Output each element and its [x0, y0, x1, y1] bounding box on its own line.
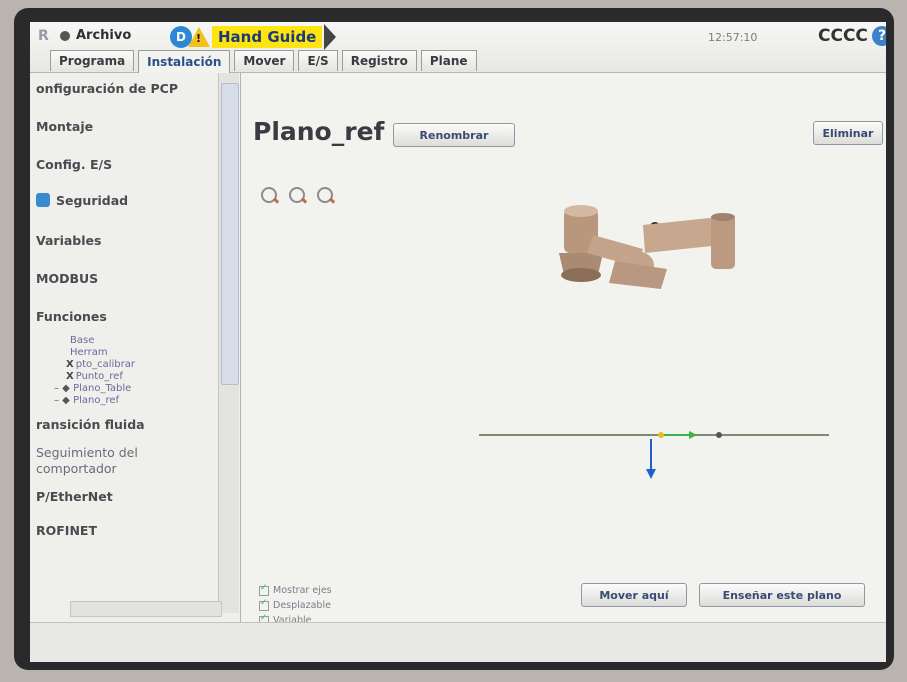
sidebar-item-label: Seguridad [56, 193, 129, 208]
checkbox-label: Desplazable [273, 600, 331, 611]
feature-item-punto-ref[interactable]: X Punto_ref [66, 371, 123, 382]
x-axis-arrow-head [689, 431, 697, 439]
movable-checkbox[interactable]: Desplazable [259, 598, 332, 611]
robot-name: CCCC [818, 26, 868, 46]
checkbox-label: Mostrar ejes [273, 585, 332, 596]
file-menu[interactable]: Archivo [60, 28, 131, 43]
sidebar-horizontal-scrollbar[interactable] [70, 601, 222, 617]
plane-origin [658, 432, 664, 438]
feature-panel: Plano_ref Renombrar Eliminar ✓ Mostrar e… [241, 73, 886, 626]
shield-icon [36, 193, 50, 207]
sidebar-item-modbus[interactable]: MODBUS [36, 271, 98, 286]
z-axis-arrow-head [646, 469, 656, 479]
sidebar-item-montaje[interactable]: Montaje [36, 119, 93, 134]
checkbox-icon [259, 583, 269, 596]
file-menu-label: Archivo [76, 28, 132, 43]
x-mark-icon: X [66, 371, 74, 382]
feature-item-label: Plano_ref [73, 395, 120, 406]
sidebar-item-profinet[interactable]: ROFINET [36, 523, 97, 538]
zoom-in-icon[interactable] [261, 187, 277, 203]
menu-dot-icon [60, 30, 70, 41]
tab-instalacion[interactable]: Instalación [138, 50, 231, 73]
hand-guide-label: Hand Guide [212, 26, 323, 48]
sidebar-item-tcp[interactable]: onfiguración de PCP [36, 81, 178, 96]
feature-item-label: pto_calibrar [75, 359, 135, 370]
feature-item-label: Punto_ref [75, 371, 123, 382]
sidebar-item-seguimiento[interactable]: Seguimiento del [36, 445, 138, 460]
top-bar: R Archivo D ! Hand Guide 12:57:10 CCCC ?… [30, 22, 886, 73]
tab-programa[interactable]: Programa [50, 50, 135, 71]
feature-item-plano-table[interactable]: – ◆ Plano_Table [54, 383, 131, 394]
page-title: Plano_ref [253, 117, 385, 146]
checkbox-icon [259, 598, 269, 611]
zoom-reset-icon[interactable] [289, 187, 305, 203]
installation-sidebar: onfiguración de PCP Montaje Config. E/S … [30, 73, 241, 622]
plane-icon: – ◆ [54, 383, 74, 394]
ur-logo-icon: R [38, 28, 49, 44]
bottom-bar [30, 622, 886, 662]
robot-model [559, 205, 735, 289]
feature-item-herram[interactable]: Herram [70, 347, 108, 358]
sidebar-item-variables[interactable]: Variables [36, 233, 101, 248]
feature-item-label: Plano_Table [73, 383, 132, 394]
tab-plane[interactable]: Plane [420, 50, 477, 71]
move-here-button[interactable]: Mover aquí [581, 583, 687, 607]
zoom-out-icon[interactable] [317, 187, 333, 203]
feature-item-pto-calibrar[interactable]: Xpto_calibrar [66, 359, 135, 370]
scrollbar-thumb[interactable] [221, 83, 239, 385]
x-mark-icon: X [66, 359, 74, 370]
sidebar-item-seguridad[interactable]: Seguridad [36, 193, 128, 208]
zoom-controls [261, 187, 333, 203]
feature-item-base[interactable]: Base [70, 335, 94, 346]
tab-es[interactable]: E/S [298, 50, 338, 71]
installation-nav-list: onfiguración de PCP Montaje Config. E/S … [30, 73, 216, 613]
tab-registro[interactable]: Registro [341, 50, 417, 71]
warning-mark: ! [196, 32, 202, 45]
sidebar-item-transicion[interactable]: ransición fluida [36, 417, 145, 432]
sidebar-scrollbar[interactable] [218, 73, 239, 613]
hand-guide-urcap[interactable]: D ! Hand Guide [170, 24, 337, 50]
feature-item-plano-ref[interactable]: – ◆ Plano_ref [54, 395, 119, 406]
teach-plane-button[interactable]: Enseñar este plano [699, 583, 865, 607]
show-axes-checkbox[interactable]: Mostrar ejes [259, 583, 332, 596]
sidebar-item-config-es[interactable]: Config. E/S [36, 157, 112, 172]
sidebar-item-seguimiento-2[interactable]: comportador [36, 461, 117, 476]
screen: R Archivo D ! Hand Guide 12:57:10 CCCC ?… [30, 22, 886, 662]
clock: 12:57:10 [708, 31, 758, 44]
main-tabs: Programa Instalación Mover E/S Registro … [50, 50, 477, 73]
sidebar-item-ethernet-ip[interactable]: P/EtherNet [36, 489, 113, 504]
plane-point [716, 432, 722, 438]
robot-3d-view[interactable] [241, 203, 886, 583]
delete-button[interactable]: Eliminar [813, 121, 883, 145]
tab-mover[interactable]: Mover [234, 50, 295, 71]
sidebar-item-funciones[interactable]: Funciones [36, 309, 107, 324]
warning-icon: ! [188, 27, 210, 47]
play-arrow-icon[interactable] [324, 24, 337, 50]
help-icon[interactable]: ? [872, 26, 886, 46]
rename-button[interactable]: Renombrar [393, 123, 515, 147]
plane-icon: – ◆ [54, 395, 74, 406]
